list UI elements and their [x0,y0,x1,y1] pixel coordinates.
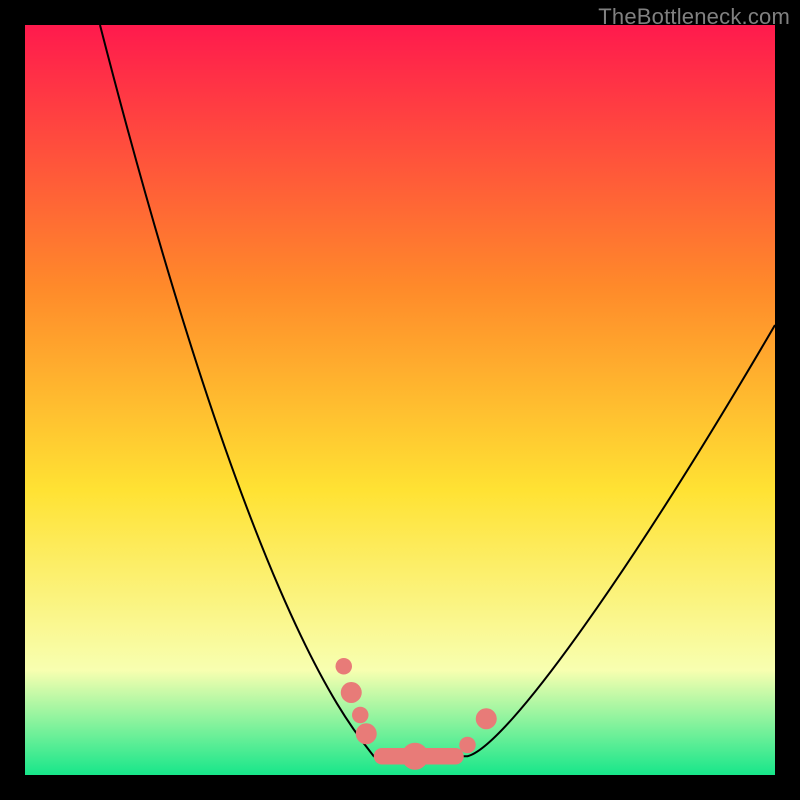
bottleneck-curve [25,25,775,775]
curve-marker [341,682,362,703]
curve-marker [352,707,369,724]
curve-marker [476,708,497,729]
plot-area [25,25,775,775]
curve-marker [336,658,353,675]
chart-frame: TheBottleneck.com [0,0,800,800]
curve-path [100,25,775,756]
curve-marker [402,743,429,770]
curve-marker [459,737,476,754]
watermark-text: TheBottleneck.com [598,4,790,30]
curve-marker [356,723,377,744]
